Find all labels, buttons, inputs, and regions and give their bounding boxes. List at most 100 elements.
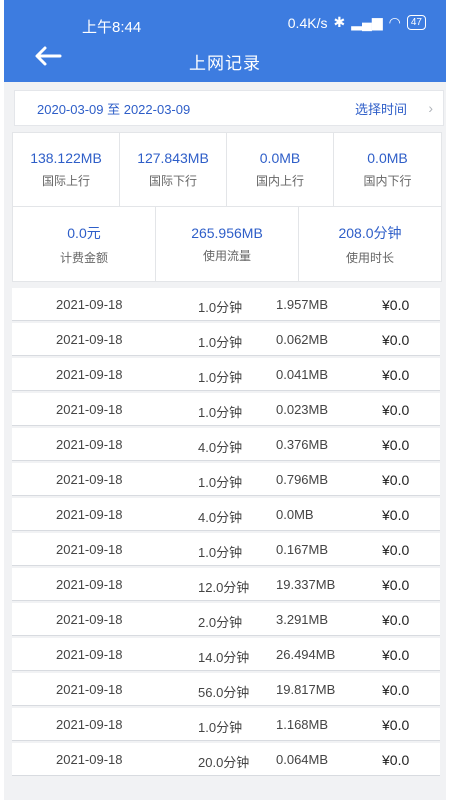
record-size: 3.291MB: [276, 612, 329, 627]
record-date: 2021-09-18: [56, 717, 123, 732]
stat-value: 0.0元: [67, 224, 101, 241]
list-item[interactable]: 2021-09-18 20.0分钟 0.064MB ¥0.0: [12, 743, 440, 776]
stat-value: 138.122MB: [30, 150, 102, 166]
record-date: 2021-09-18: [56, 752, 123, 767]
record-fee: ¥0.0: [382, 542, 410, 558]
record-date: 2021-09-18: [56, 472, 123, 487]
record-date: 2021-09-18: [56, 297, 123, 312]
record-duration: 2.0分钟: [198, 615, 243, 630]
record-duration: 1.0分钟: [198, 545, 243, 560]
stat-label: 国际下行: [148, 174, 197, 188]
stat-billing-amount: 0.0元 计费金额: [12, 206, 156, 282]
record-size: 26.494MB: [276, 647, 336, 662]
record-date: 2021-09-18: [56, 542, 123, 557]
list-item[interactable]: 2021-09-18 1.0分钟 1.957MB ¥0.0: [12, 288, 440, 321]
record-size: 19.337MB: [276, 577, 336, 592]
record-fee: ¥0.0: [382, 577, 410, 593]
record-fee: ¥0.0: [382, 437, 410, 453]
record-fee: ¥0.0: [382, 297, 410, 313]
record-date: 2021-09-18: [56, 332, 123, 347]
stat-data-usage: 265.956MB 使用流量: [155, 206, 299, 282]
stat-label: 使用流量: [202, 248, 251, 263]
page-title: 上网记录: [189, 54, 261, 73]
stat-label: 国内上行: [255, 174, 304, 188]
stat-domestic-download: 0.0MB 国内下行: [333, 132, 442, 207]
record-date: 2021-09-18: [56, 682, 123, 697]
record-size: 19.817MB: [276, 682, 336, 697]
record-fee: ¥0.0: [382, 507, 410, 523]
record-fee: ¥0.0: [382, 717, 410, 733]
wifi-icon: ◠: [388, 14, 401, 30]
record-duration: 1.0分钟: [198, 300, 243, 315]
stat-label: 使用时长: [345, 250, 394, 265]
record-fee: ¥0.0: [382, 647, 410, 663]
record-size: 0.041MB: [276, 367, 329, 382]
usage-record-list[interactable]: 2021-09-18 1.0分钟 1.957MB ¥0.0 2021-09-18…: [12, 288, 440, 800]
record-duration: 4.0分钟: [198, 440, 243, 455]
list-item[interactable]: 2021-09-18 1.0分钟 0.062MB ¥0.0: [12, 323, 440, 356]
record-duration: 1.0分钟: [198, 335, 243, 350]
record-size: 0.796MB: [276, 472, 329, 487]
list-item[interactable]: 2021-09-18 4.0分钟 0.0MB ¥0.0: [12, 498, 440, 531]
stat-intl-download: 127.843MB 国际下行: [119, 132, 227, 207]
record-duration: 14.0分钟: [198, 650, 250, 665]
record-fee: ¥0.0: [382, 367, 410, 383]
record-duration: 1.0分钟: [198, 475, 243, 490]
list-item[interactable]: 2021-09-18 14.0分钟 26.494MB ¥0.0: [12, 638, 440, 671]
list-item[interactable]: 2021-09-18 2.0分钟 3.291MB ¥0.0: [12, 603, 440, 636]
record-size: 0.167MB: [276, 542, 329, 557]
net-speed: 0.4K/s: [287, 14, 328, 31]
record-size: 0.023MB: [276, 402, 329, 417]
signal-icon: ▂▄▆: [351, 14, 383, 30]
stat-usage-duration: 208.0分钟 使用时长: [298, 206, 442, 282]
stat-domestic-upload: 0.0MB 国内上行: [226, 132, 334, 207]
chevron-right-icon: ›: [428, 100, 433, 116]
record-date: 2021-09-18: [56, 507, 123, 522]
record-duration: 1.0分钟: [198, 405, 243, 420]
record-size: 0.376MB: [276, 437, 329, 452]
stat-value: 208.0分钟: [338, 224, 402, 241]
list-item[interactable]: 2021-09-18 1.0分钟 1.168MB ¥0.0: [12, 708, 440, 741]
record-fee: ¥0.0: [382, 402, 410, 418]
record-date: 2021-09-18: [56, 577, 123, 592]
record-size: 1.957MB: [276, 297, 329, 312]
list-item[interactable]: 2021-09-18 12.0分钟 19.337MB ¥0.0: [12, 568, 440, 601]
record-duration: 1.0分钟: [198, 720, 243, 735]
record-fee: ¥0.0: [382, 752, 410, 768]
list-item[interactable]: 2021-09-18 1.0分钟 0.796MB ¥0.0: [12, 463, 440, 496]
bluetooth-icon: ✱: [333, 14, 346, 30]
list-item[interactable]: 2021-09-18 1.0分钟 0.167MB ¥0.0: [12, 533, 440, 566]
date-range-selector[interactable]: 2020-03-09 至 2022-03-09 选择时间 ›: [14, 90, 444, 126]
record-duration: 56.0分钟: [198, 685, 250, 700]
page-content: 2020-03-09 至 2022-03-09 选择时间 › 138.122MB…: [4, 82, 446, 800]
stat-value: 0.0MB: [367, 150, 408, 166]
record-size: 0.0MB: [276, 507, 314, 522]
stat-label: 国际上行: [41, 174, 90, 188]
record-duration: 12.0分钟: [198, 580, 250, 595]
record-date: 2021-09-18: [56, 402, 123, 417]
stat-value: 127.843MB: [137, 150, 209, 166]
stat-label: 计费金额: [59, 250, 108, 265]
stat-intl-upload: 138.122MB 国际上行: [12, 132, 120, 207]
battery-icon: 47: [406, 15, 426, 30]
record-fee: ¥0.0: [382, 612, 410, 628]
list-item[interactable]: 2021-09-18 56.0分钟 19.817MB ¥0.0: [12, 673, 440, 706]
record-date: 2021-09-18: [56, 647, 123, 662]
record-size: 0.064MB: [276, 752, 329, 767]
list-item[interactable]: 2021-09-18 1.0分钟 0.023MB ¥0.0: [12, 393, 440, 426]
list-item[interactable]: 2021-09-18 4.0分钟 0.376MB ¥0.0: [12, 428, 440, 461]
record-date: 2021-09-18: [56, 437, 123, 452]
record-size: 1.168MB: [276, 717, 329, 732]
record-date: 2021-09-18: [56, 612, 123, 627]
usage-summary: 138.122MB 国际上行 127.843MB 国际下行 0.0MB 国内上行…: [12, 132, 442, 282]
record-duration: 4.0分钟: [198, 510, 243, 525]
record-date: 2021-09-18: [56, 367, 123, 382]
status-time: 上午8:44: [82, 19, 142, 36]
record-size: 0.062MB: [276, 332, 329, 347]
record-fee: ¥0.0: [382, 682, 410, 698]
record-duration: 1.0分钟: [198, 370, 243, 385]
list-item[interactable]: 2021-09-18 1.0分钟 0.041MB ¥0.0: [12, 358, 440, 391]
status-bar-right: 0.4K/s ✱ ▂▄▆ ◠ 47: [288, 14, 426, 31]
record-fee: ¥0.0: [382, 472, 410, 488]
stat-value: 0.0MB: [259, 150, 301, 166]
